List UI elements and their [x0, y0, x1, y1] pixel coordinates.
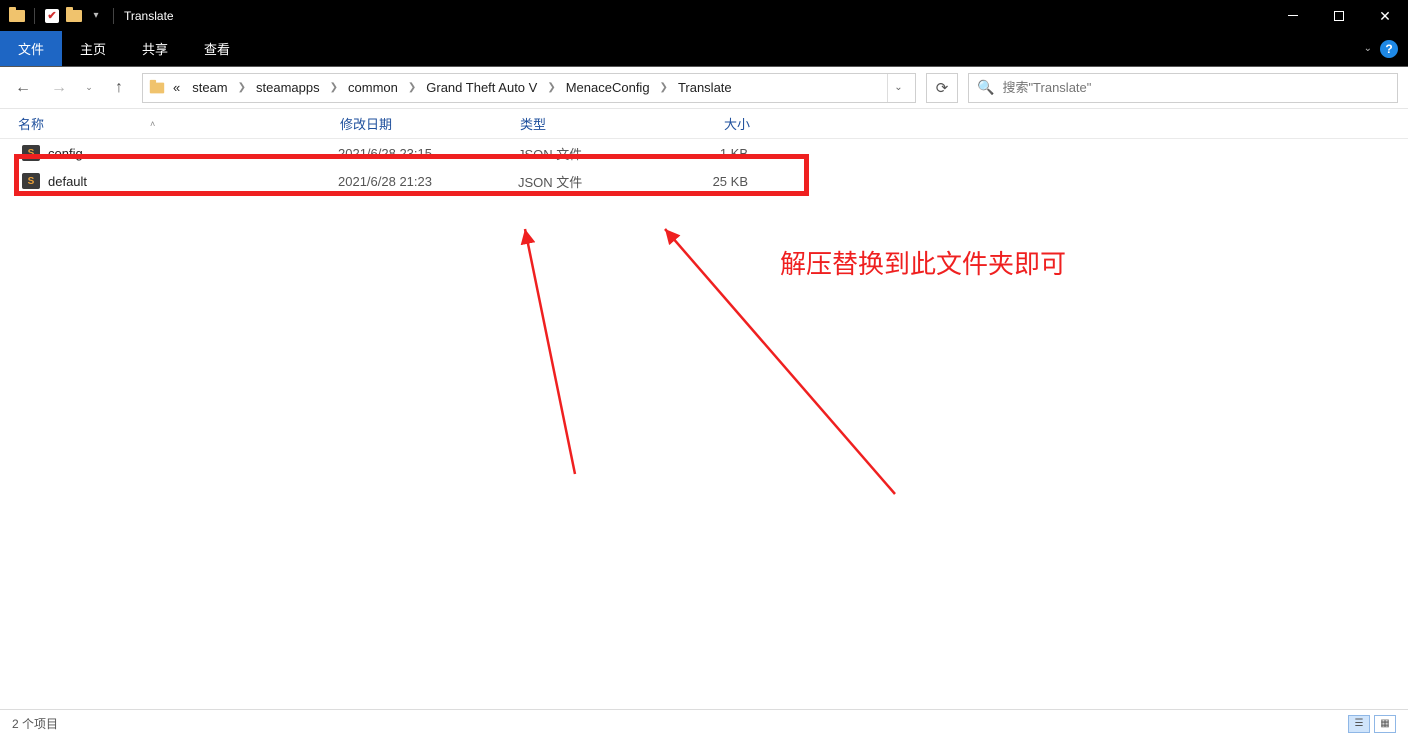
address-dropdown-icon[interactable]: ⌄ — [887, 74, 909, 102]
navigation-bar: ← → ⌄ ↑ « steam ❯ steamapps ❯ common ❯ G… — [0, 67, 1408, 109]
separator — [113, 8, 114, 24]
file-row[interactable]: S config 2021/6/28 23:15 JSON 文件 1 KB — [0, 139, 1408, 167]
breadcrumb-ellipsis[interactable]: « — [169, 78, 184, 97]
breadcrumb-item[interactable]: Grand Theft Auto V — [422, 78, 541, 97]
breadcrumb-item[interactable]: steamapps — [252, 78, 324, 97]
chevron-right-icon[interactable]: ❯ — [545, 82, 557, 93]
tab-view[interactable]: 查看 — [186, 31, 248, 66]
status-bar: 2 个项目 ☰ ▦ — [0, 709, 1408, 737]
file-size: 25 KB — [668, 174, 768, 189]
sort-indicator-icon: ˄ — [150, 119, 155, 129]
file-icon: S — [22, 173, 40, 189]
breadcrumb-item[interactable]: MenaceConfig — [562, 78, 654, 97]
address-bar[interactable]: « steam ❯ steamapps ❯ common ❯ Grand The… — [142, 73, 916, 103]
file-type: JSON 文件 — [518, 172, 668, 191]
column-headers: 名称 ˄ 修改日期 类型 大小 — [0, 109, 1408, 139]
titlebar: ✔ ▾ Translate ✕ — [0, 0, 1408, 31]
file-icon: S — [22, 145, 40, 161]
tab-file[interactable]: 文件 — [0, 31, 62, 66]
view-details-button[interactable]: ☰ — [1348, 715, 1370, 733]
properties-icon[interactable]: ✔ — [41, 5, 63, 27]
view-large-icons-button[interactable]: ▦ — [1374, 715, 1396, 733]
content-area: 名称 ˄ 修改日期 类型 大小 S config 2021/6/28 23:15… — [0, 109, 1408, 709]
help-icon[interactable]: ? — [1380, 40, 1398, 58]
file-type: JSON 文件 — [518, 144, 668, 163]
breadcrumb-item[interactable]: steam — [188, 78, 231, 97]
up-button[interactable]: ↑ — [106, 75, 132, 101]
annotation-text: 解压替换到此文件夹即可 — [780, 244, 1066, 281]
file-name: config — [48, 146, 338, 161]
recent-locations-button[interactable]: ⌄ — [82, 75, 96, 101]
quick-access-toolbar: ✔ ▾ — [0, 5, 120, 27]
tab-share[interactable]: 共享 — [124, 31, 186, 66]
file-size: 1 KB — [668, 146, 768, 161]
column-header-date[interactable]: 修改日期 — [340, 117, 392, 132]
separator — [34, 8, 35, 24]
chevron-right-icon[interactable]: ❯ — [406, 82, 418, 93]
back-button[interactable]: ← — [10, 75, 36, 101]
qat-dropdown-icon[interactable]: ▾ — [85, 5, 107, 27]
chevron-right-icon[interactable]: ❯ — [658, 82, 670, 93]
chevron-right-icon[interactable]: ❯ — [328, 82, 340, 93]
folder-icon[interactable] — [6, 5, 28, 27]
chevron-right-icon[interactable]: ❯ — [236, 82, 248, 93]
breadcrumb-item[interactable]: common — [344, 78, 402, 97]
annotation-arrows — [0, 109, 1408, 709]
file-list: 名称 ˄ 修改日期 类型 大小 S config 2021/6/28 23:15… — [0, 109, 1408, 195]
ribbon-tabs: 文件 主页 共享 查看 ⌄ ? — [0, 31, 1408, 67]
column-header-type[interactable]: 类型 — [520, 117, 546, 132]
close-button[interactable]: ✕ — [1362, 0, 1408, 31]
search-icon: 🔍 — [977, 79, 994, 96]
tab-home[interactable]: 主页 — [62, 31, 124, 66]
folder-icon[interactable] — [63, 5, 85, 27]
column-header-name[interactable]: 名称 — [18, 114, 44, 133]
file-date: 2021/6/28 23:15 — [338, 146, 518, 161]
file-row[interactable]: S default 2021/6/28 21:23 JSON 文件 25 KB — [0, 167, 1408, 195]
folder-icon — [149, 82, 165, 94]
minimize-button[interactable] — [1270, 0, 1316, 31]
refresh-button[interactable]: ⟳ — [926, 73, 958, 103]
window-title: Translate — [124, 9, 174, 23]
status-item-count: 2 个项目 — [12, 715, 58, 732]
search-box[interactable]: 🔍 — [968, 73, 1398, 103]
maximize-button[interactable] — [1316, 0, 1362, 31]
file-date: 2021/6/28 21:23 — [338, 174, 518, 189]
search-input[interactable] — [1002, 80, 1389, 95]
window-controls: ✕ — [1270, 0, 1408, 31]
ribbon-collapse-icon[interactable]: ⌄ — [1364, 43, 1372, 54]
file-name: default — [48, 174, 338, 189]
forward-button[interactable]: → — [46, 75, 72, 101]
breadcrumb-item[interactable]: Translate — [674, 78, 736, 97]
column-header-size[interactable]: 大小 — [724, 117, 750, 132]
